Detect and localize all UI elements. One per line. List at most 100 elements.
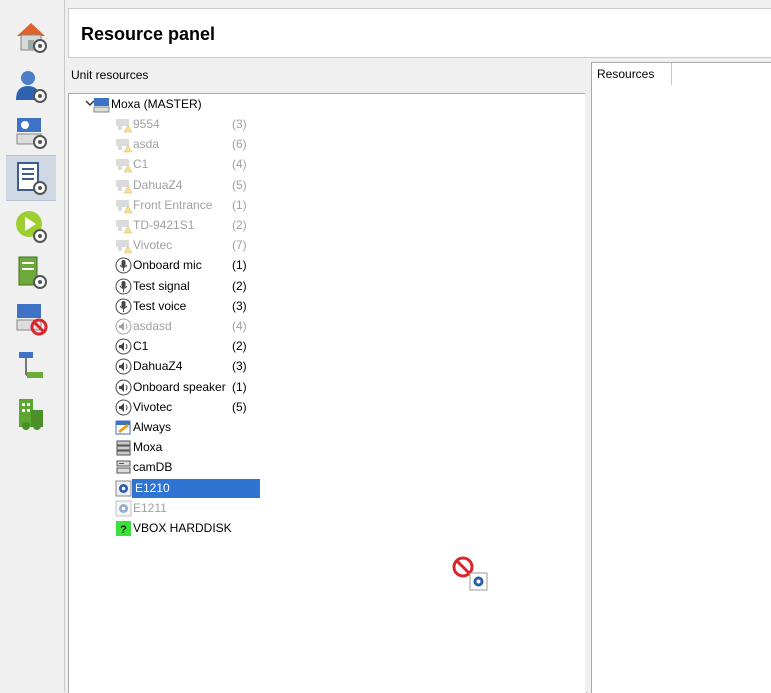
tree-item-count: (2): [232, 278, 247, 293]
tree-item-label: E1211: [133, 500, 167, 515]
tree-item-label: 9554: [133, 117, 160, 131]
server-icon: [93, 98, 110, 113]
tree-item-label: camDB: [133, 460, 173, 475]
camera-warning-icon: [115, 237, 133, 254]
play-settings-icon[interactable]: [6, 204, 56, 248]
speaker-icon: [115, 338, 132, 355]
speaker-icon: [115, 358, 132, 375]
tree-item[interactable]: C1 (4): [115, 155, 265, 174]
disk-icon: ?: [115, 520, 132, 537]
tree-item[interactable]: 9554 (3): [115, 115, 265, 134]
tree-item-label: Onboard speaker: [133, 379, 226, 394]
tree-item[interactable]: Always: [115, 418, 265, 437]
tree-item[interactable]: DahuaZ4 (5): [115, 176, 265, 195]
tree-item-label: C1: [133, 339, 149, 354]
speaker-icon: [115, 399, 132, 416]
tree-item-count: (3): [232, 298, 247, 313]
network-icon[interactable]: [6, 344, 56, 388]
panel-header: Resource panel: [68, 8, 771, 58]
tree-item[interactable]: C1 (2): [115, 337, 265, 356]
tree-item[interactable]: Vivotec (7): [115, 236, 265, 255]
resource-panel-icon[interactable]: [6, 155, 56, 201]
microphone-icon: [115, 257, 132, 274]
tree-item-count: (3): [232, 117, 247, 131]
tree-item-label: asda: [133, 137, 160, 152]
tree-item-count: (3): [232, 359, 247, 374]
tree-item[interactable]: Test signal (2): [115, 277, 265, 296]
camera-warning-icon: [115, 116, 133, 133]
tree-item-count: (2): [232, 339, 247, 354]
camera-warning-icon: [115, 136, 133, 153]
database-icon: [115, 459, 132, 476]
tab-resources[interactable]: Resources: [592, 63, 672, 85]
home-settings-icon[interactable]: [6, 14, 56, 58]
tree-item-count: (4): [232, 157, 247, 172]
building-icon[interactable]: [6, 392, 56, 436]
camera-warning-icon: [115, 197, 133, 214]
user-settings-icon[interactable]: [6, 64, 56, 108]
tree-item[interactable]: Moxa: [115, 438, 265, 457]
unit-resources-title: Unit resources: [71, 68, 149, 82]
tree-item-count: (6): [232, 137, 247, 152]
tree-item-label: DahuaZ4: [133, 359, 183, 374]
page-title: Resource panel: [81, 24, 216, 44]
tree-item[interactable]: E1211: [115, 499, 265, 518]
tree-root-label: Moxa (MASTER): [111, 97, 202, 111]
tree-item[interactable]: E1210: [115, 478, 265, 498]
tree-item[interactable]: Onboard speaker (1): [115, 378, 265, 397]
tree-item-count: (1): [232, 258, 247, 273]
io-module-icon: [115, 480, 132, 497]
tree-item-label: Test signal: [133, 278, 190, 293]
tree-root[interactable]: Moxa (MASTER): [75, 95, 275, 114]
tree-item[interactable]: camDB: [115, 458, 265, 477]
resources-panel[interactable]: Resources: [591, 62, 771, 693]
tree-item-label: Vivotec: [133, 399, 173, 414]
tree-item-label: Test voice: [133, 298, 187, 313]
io-module-icon: [115, 500, 132, 517]
no-drop-icon: [452, 556, 488, 591]
tree-item[interactable]: asdasd (4): [115, 317, 265, 336]
microphone-icon: [115, 298, 132, 315]
schedule-icon: [115, 419, 132, 436]
tree-item-count: (5): [232, 177, 247, 192]
tree-item-count: (7): [232, 238, 247, 253]
tree-item-label: Front Entrance: [133, 197, 213, 212]
microphone-icon: [115, 278, 132, 295]
tree-item-label: asdasd: [133, 319, 172, 333]
tree-item-label: Always: [133, 420, 172, 434]
camera-warning-icon: [115, 217, 133, 234]
svg-text:?: ?: [120, 524, 127, 536]
tree-item-label: Vivotec: [133, 238, 173, 253]
tree-item[interactable]: Onboard mic (1): [115, 256, 265, 275]
speaker-icon: [115, 379, 132, 396]
tree-item-count: (1): [232, 379, 247, 394]
tree-item-label: C1: [133, 157, 149, 172]
tree-item[interactable]: Vivotec (5): [115, 398, 265, 417]
tree-item-count: (5): [232, 399, 247, 414]
tree-item-label: DahuaZ4: [133, 177, 183, 192]
camera-warning-icon: [115, 156, 133, 173]
unit-blocked-icon[interactable]: [6, 296, 56, 340]
tree-item-count: (1): [232, 197, 247, 212]
unit-resources-tree[interactable]: Moxa (MASTER) 9554 (3) asda (6) C1 (4) DahuaZ4…: [68, 93, 587, 693]
sidebar-divider: [64, 0, 65, 692]
speaker-icon: [115, 318, 132, 335]
tree-item-count: (4): [232, 319, 247, 333]
camera-warning-icon: [115, 177, 133, 194]
tree-item-label: Onboard mic: [133, 258, 202, 273]
tree-item[interactable]: ? VBOX HARDDISK: [115, 519, 265, 538]
tree-item[interactable]: asda (6): [115, 135, 265, 154]
tree-item-count: (2): [232, 218, 247, 232]
tree-item-label: VBOX HARDDISK: [133, 521, 232, 535]
tree-item[interactable]: Front Entrance (1): [115, 196, 265, 215]
tree-item-label: TD-9421S1: [133, 218, 195, 232]
tree-item[interactable]: TD-9421S1 (2): [115, 216, 265, 235]
server-settings-icon[interactable]: [6, 250, 56, 294]
tree-item-label: E1210: [132, 478, 260, 498]
tree-item-label: Moxa: [133, 440, 163, 455]
server-icon: [115, 439, 132, 456]
tree-item[interactable]: DahuaZ4 (3): [115, 357, 265, 376]
unit-settings-icon[interactable]: [6, 110, 56, 154]
tree-item[interactable]: Test voice (3): [115, 297, 265, 316]
sidebar: [0, 0, 61, 692]
